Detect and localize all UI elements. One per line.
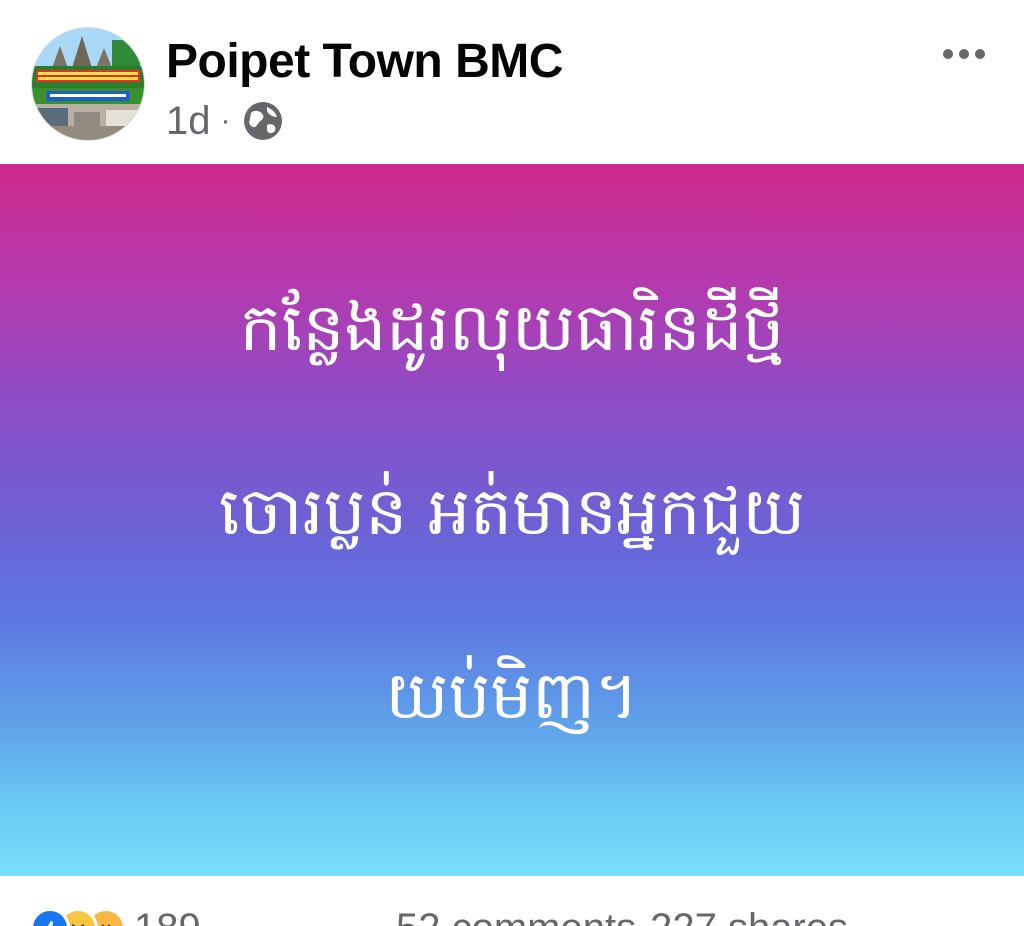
reactions-summary[interactable]: 189	[30, 906, 201, 926]
meta-separator: ·	[220, 104, 231, 137]
status-line: ចោរប្លន់ អត់មានអ្នកជួយ	[218, 473, 806, 550]
status-text: កន្លែងដូរលុយធារិនដីថ្មី ចោរប្លន់ អត់មានអ…	[62, 236, 962, 788]
page-name-link[interactable]: Poipet Town BMC	[166, 34, 563, 90]
engagement-counts: 52 comments 227 shares	[396, 906, 848, 926]
comments-count-link[interactable]: 52 comments	[396, 906, 636, 926]
status-line: កន្លែងដូរលុយធារិនដីថ្មី	[239, 289, 785, 366]
like-icon	[30, 908, 70, 926]
post-timestamp[interactable]: 1d	[166, 97, 211, 145]
shares-count-link[interactable]: 227 shares	[650, 906, 848, 926]
reaction-count: 189	[134, 906, 201, 926]
globe-icon[interactable]	[241, 99, 285, 143]
more-dot	[943, 49, 953, 59]
page-avatar[interactable]	[32, 28, 144, 140]
post-meta: 1d ·	[166, 96, 285, 146]
more-dot	[975, 49, 985, 59]
more-dot	[959, 49, 969, 59]
more-horizontal-icon[interactable]	[934, 34, 994, 74]
avatar-image	[32, 28, 144, 140]
facebook-post: Poipet Town BMC 1d · កន្លែងដូរលុយធារិនដី…	[0, 0, 1024, 926]
post-footer: 189 52 comments 227 shares	[0, 876, 1024, 926]
post-header: Poipet Town BMC 1d ·	[0, 0, 1024, 164]
status-background-card[interactable]: កន្លែងដូរលុយធារិនដីថ្មី ចោរប្លន់ អត់មានអ…	[0, 164, 1024, 876]
status-line: យប់មិញ។	[385, 657, 639, 734]
